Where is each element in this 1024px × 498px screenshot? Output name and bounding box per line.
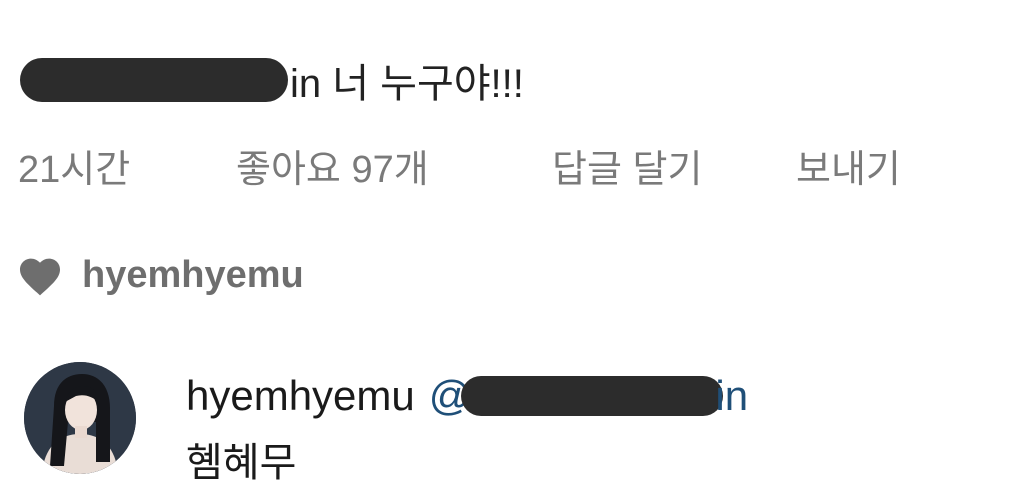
comment-text: in 너 누구야!!!	[290, 62, 524, 106]
comment-row: in 너 누구야!!!	[20, 52, 524, 108]
send-button[interactable]: 보내기	[796, 138, 901, 193]
reply-header: hyemhyemu @ in	[186, 370, 748, 422]
redacted-username	[20, 58, 288, 102]
mention-link[interactable]: @ in	[429, 372, 748, 420]
heart-icon	[20, 258, 60, 296]
liked-by-username[interactable]: hyemhyemu	[82, 254, 304, 297]
comment-timestamp: 21시간	[18, 149, 131, 191]
reply-text: 혬혜무	[186, 441, 297, 485]
avatar[interactable]	[24, 362, 136, 474]
redacted-mention	[461, 376, 724, 416]
likes-count-link[interactable]: 좋아요 97개	[236, 138, 429, 193]
comment-meta-bar: 21시간 좋아요 97개 답글 달기 보내기	[0, 138, 1024, 191]
liked-by-row[interactable]: hyemhyemu	[16, 250, 304, 300]
reply-button[interactable]: 답글 달기	[552, 138, 702, 193]
profile-photo-icon	[24, 362, 136, 474]
mention-suffix: in	[715, 372, 749, 419]
reply-username[interactable]: hyemhyemu	[186, 372, 415, 420]
